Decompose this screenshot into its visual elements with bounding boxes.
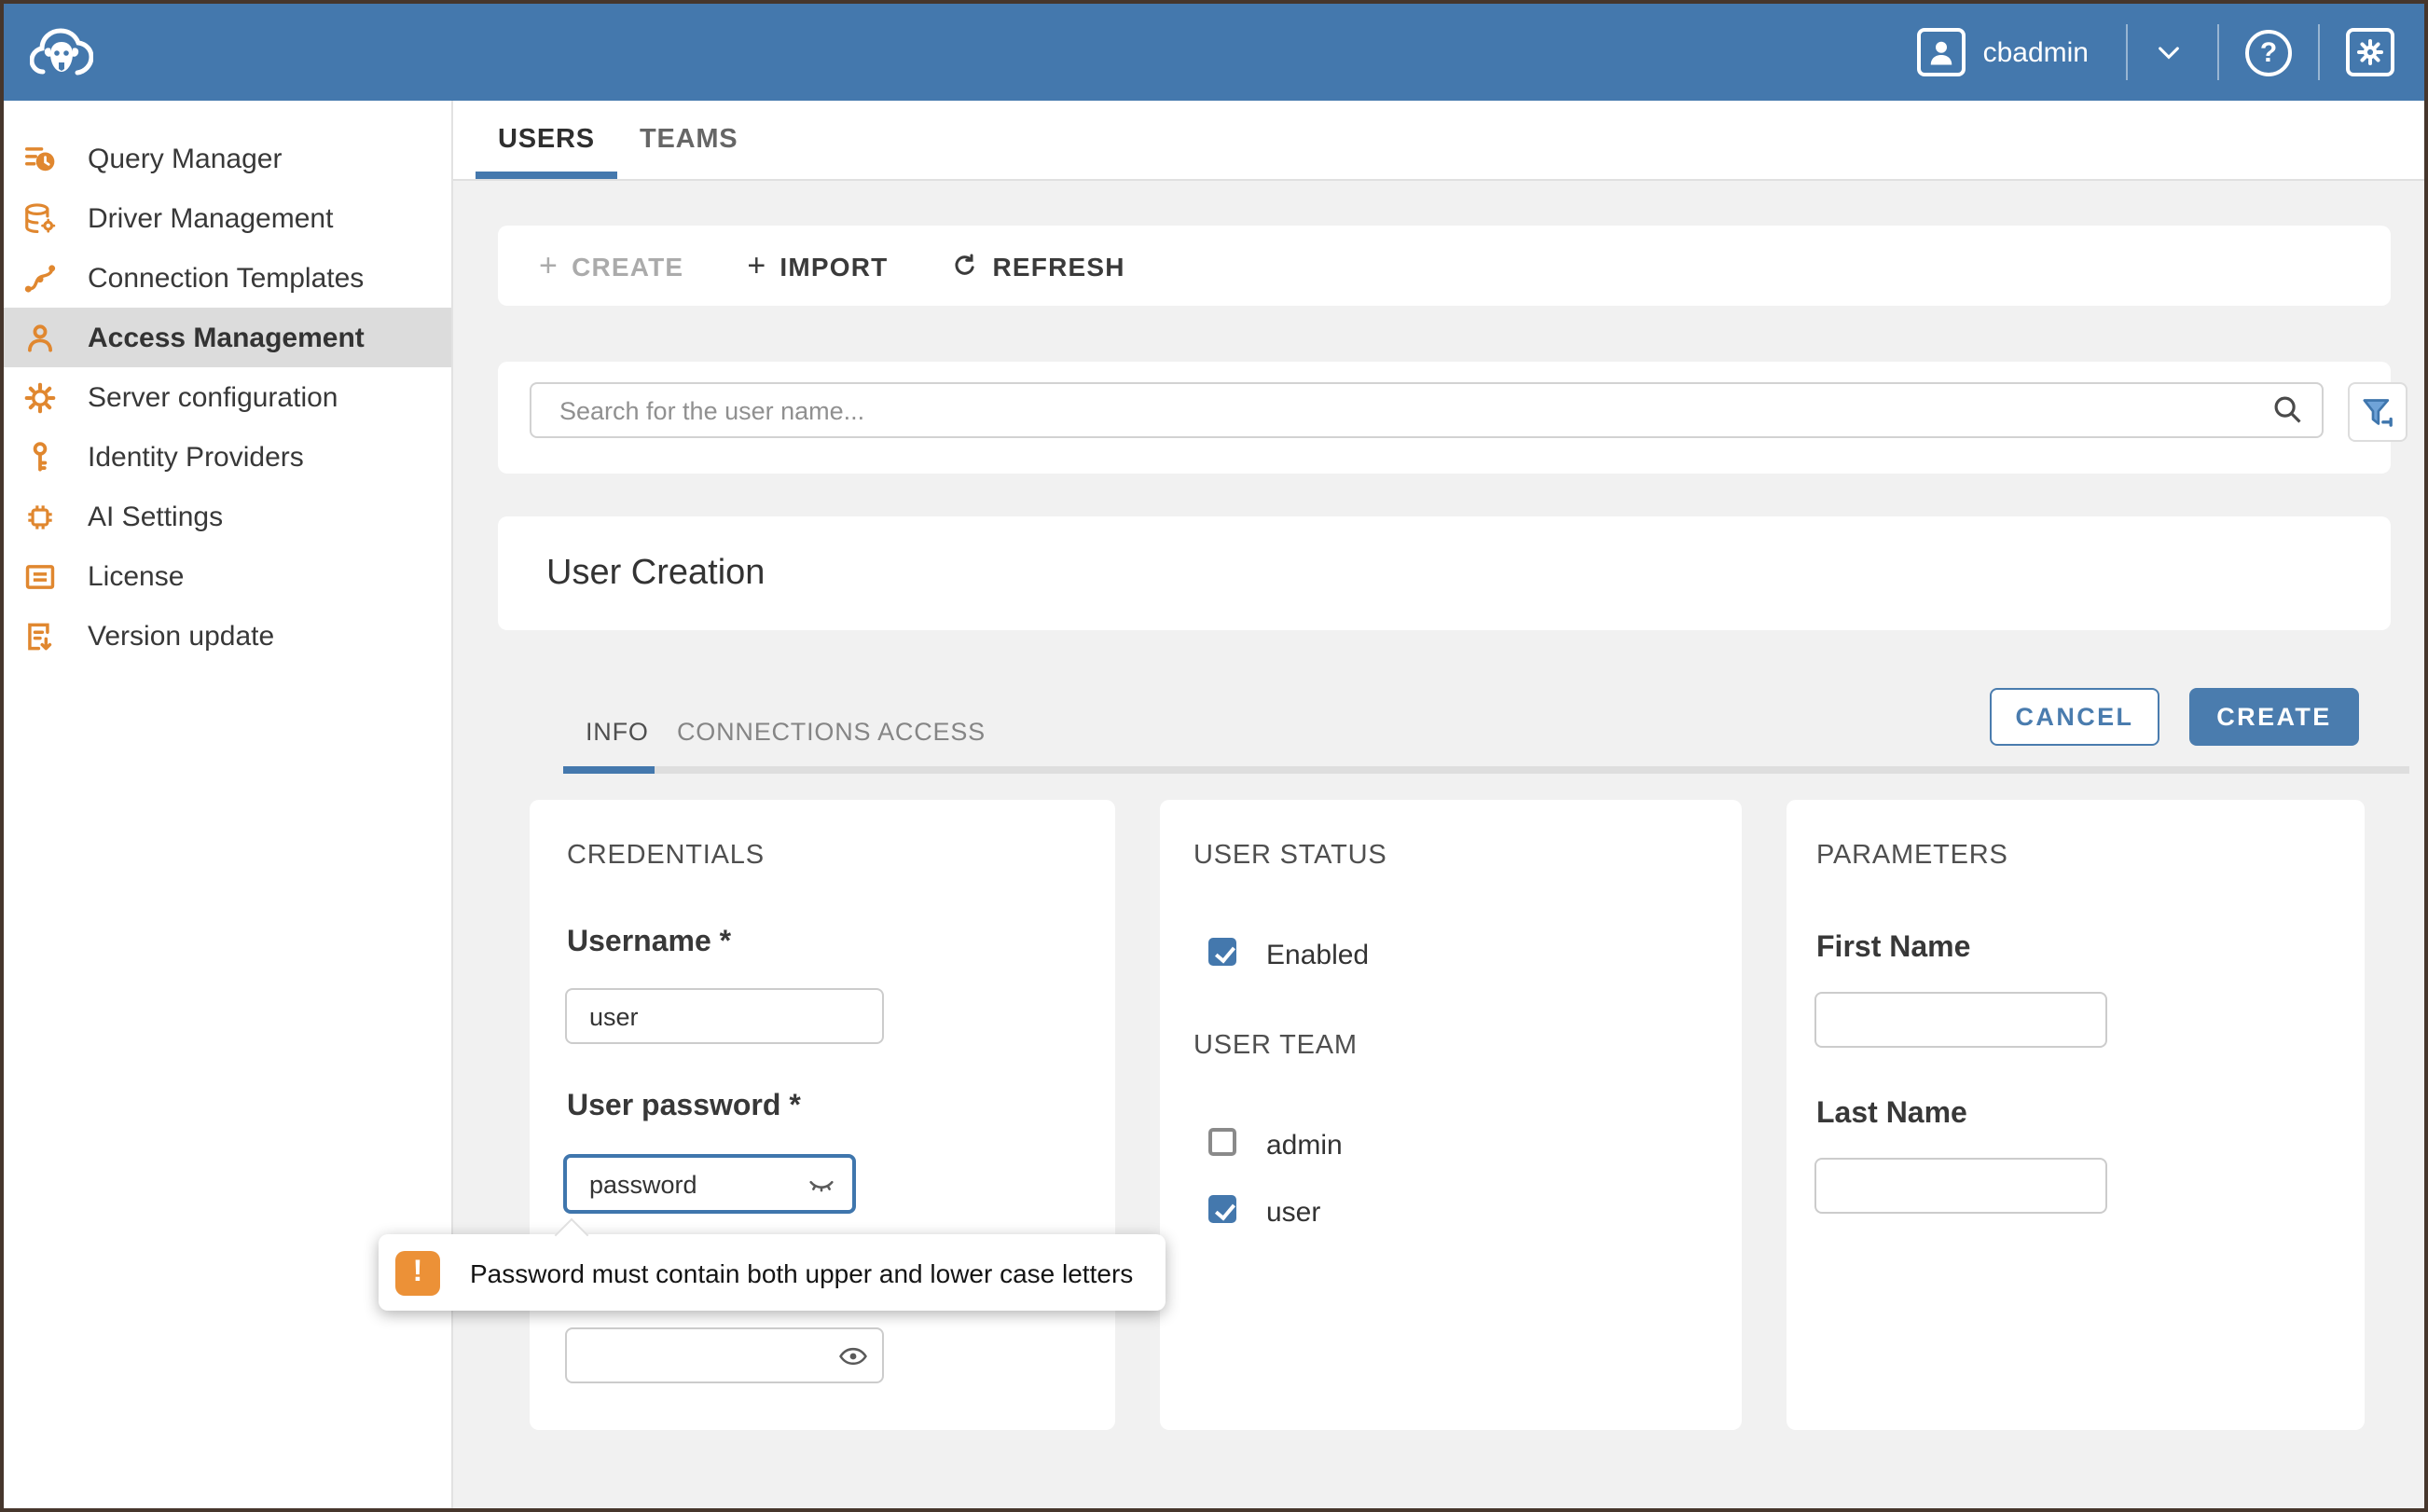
sidebar-item-label: Connection Templates [88,262,364,294]
team-admin-label: admin [1266,1130,1343,1161]
team-admin-checkbox[interactable] [1208,1128,1236,1156]
cloudbeaver-admin-window: cbadmin [0,0,2428,1512]
first-name-label: First Name [1816,932,1970,966]
first-name-input[interactable] [1814,992,2107,1048]
sidebar-item-server-configuration[interactable]: Server configuration [4,367,451,427]
connection-templates-icon [22,260,58,296]
sidebar-item-label: Access Management [88,322,365,353]
sidebar-item-label: Driver Management [88,202,333,234]
sidebar-item-identity-providers[interactable]: Identity Providers [4,427,451,487]
import-toolbar-button[interactable]: IMPORT [747,247,888,284]
person-icon [1925,35,1959,69]
toolbar: CREATE IMPORT REFRESH [498,226,2391,306]
password-visibility-toggle[interactable] [806,1169,837,1201]
search-icon [2269,392,2305,436]
sidebar-item-driver-management[interactable]: Driver Management [4,188,451,248]
page-title: User Creation [546,553,765,594]
sidebar-item-label: Server configuration [88,381,338,413]
create-button[interactable]: CREATE [2189,688,2359,746]
server-configuration-icon [22,379,58,415]
parameters-card: PARAMETERS First Name Last Name [1787,800,2365,1430]
sidebar-item-version-update[interactable]: Version update [4,606,451,666]
cloudbeaver-logo-icon [30,23,93,81]
confirm-password-visibility-toggle[interactable] [837,1340,869,1372]
enabled-checkbox[interactable] [1208,938,1236,966]
divider [2126,24,2128,80]
last-name-input[interactable] [1814,1158,2107,1214]
sidebar-item-label: Identity Providers [88,441,304,473]
credentials-header: CREDENTIALS [567,841,765,871]
refresh-toolbar-button[interactable]: REFRESH [951,251,1124,281]
top-bar: cbadmin [4,4,2424,101]
username-input[interactable] [565,988,884,1044]
tab-connections-access[interactable]: CONNECTIONS ACCESS [677,718,986,746]
divider [2318,24,2320,80]
filter-button[interactable] [2348,382,2407,442]
plus-icon [747,247,766,284]
sidebar-item-label: License [88,560,184,592]
users-teams-tabbar: USERS TEAMS [453,101,2424,181]
enabled-label: Enabled [1266,940,1369,971]
warning-icon [395,1250,440,1295]
confirm-password-input[interactable] [565,1327,884,1383]
driver-management-icon [22,200,58,236]
sidebar-item-label: Version update [88,620,274,652]
tab-users[interactable]: USERS [476,101,617,179]
eye-open-icon [837,1340,869,1372]
settings-gear-icon[interactable] [2346,28,2394,76]
filter-funnel-icon [2359,393,2396,431]
username-label: cbadmin [1983,36,2089,68]
help-icon[interactable] [2245,29,2292,76]
credentials-card: CREDENTIALS Username * User password * [530,800,1115,1430]
sidebar-item-access-management[interactable]: Access Management [4,308,451,367]
query-manager-icon [22,141,58,176]
tab-track [563,766,2409,774]
sidebar-item-label: Query Manager [88,143,282,174]
version-update-icon [22,618,58,653]
user-team-header: USER TEAM [1193,1031,1358,1061]
search-input[interactable] [530,382,2324,438]
sidebar-item-license[interactable]: License [4,546,451,606]
tab-info[interactable]: INFO [586,718,649,746]
access-management-icon [22,320,58,355]
sidebar-item-label: AI Settings [88,501,223,532]
sidebar-item-query-manager[interactable]: Query Manager [4,129,451,188]
search-section [498,362,2391,474]
username-label: Username * [567,927,731,960]
identity-providers-icon [22,439,58,474]
license-icon [22,558,58,594]
sidebar-item-ai-settings[interactable]: AI Settings [4,487,451,546]
parameters-header: PARAMETERS [1816,841,2008,871]
divider [2217,24,2219,80]
tab-teams[interactable]: TEAMS [617,101,761,179]
user-status-header: USER STATUS [1193,841,1387,871]
password-validation-tooltip: Password must contain both upper and low… [379,1234,1166,1311]
user-creation-header: User Creation [498,516,2391,630]
last-name-label: Last Name [1816,1098,1967,1132]
team-user-label: user [1266,1197,1320,1229]
sidebar-item-connection-templates[interactable]: Connection Templates [4,248,451,308]
plus-icon [539,247,559,284]
active-tab-underline [563,766,655,774]
refresh-icon [951,252,979,280]
user-avatar[interactable] [1918,28,1966,76]
create-toolbar-button[interactable]: CREATE [539,247,683,284]
cancel-button[interactable]: CANCEL [1990,688,2159,746]
chevron-down-icon[interactable] [2154,37,2184,67]
ai-settings-icon [22,499,58,534]
user-status-card: USER STATUS Enabled USER TEAM admin user [1160,800,1742,1430]
team-user-checkbox[interactable] [1208,1195,1236,1223]
eye-closed-icon [806,1169,837,1201]
user-password-label: User password * [567,1091,801,1124]
tooltip-text: Password must contain both upper and low… [470,1258,1133,1287]
